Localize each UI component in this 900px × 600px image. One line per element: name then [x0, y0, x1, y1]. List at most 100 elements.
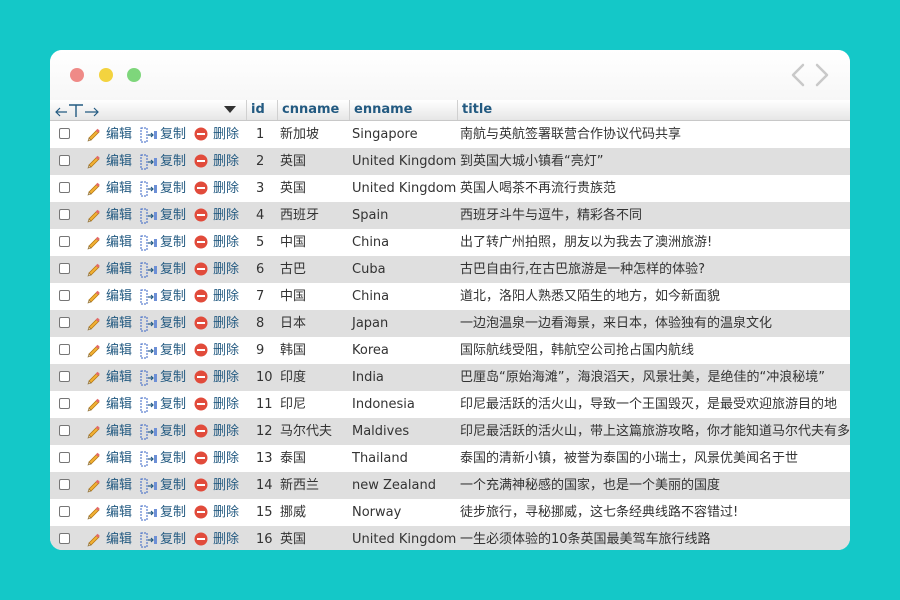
delete-row-link[interactable]: 删除 [194, 202, 246, 229]
edit-row-link[interactable]: 编辑 [86, 175, 134, 202]
delete-row-link[interactable]: 删除 [194, 445, 246, 472]
copy-row-link[interactable]: 复制 [140, 256, 190, 283]
copy-row-link[interactable]: 复制 [140, 418, 190, 445]
row-checkbox[interactable] [59, 533, 70, 544]
edit-label: 编辑 [106, 397, 133, 412]
copy-row-link[interactable]: 复制 [140, 472, 190, 499]
row-checkbox[interactable] [59, 371, 70, 382]
edit-row-link[interactable]: 编辑 [86, 445, 134, 472]
row-checkbox[interactable] [59, 452, 70, 463]
column-dropdown-icon[interactable] [224, 106, 236, 113]
edit-row-link[interactable]: 编辑 [86, 202, 134, 229]
copy-row-link[interactable]: 复制 [140, 229, 190, 256]
copy-label: 复制 [160, 181, 187, 196]
edit-row-link[interactable]: 编辑 [86, 148, 134, 175]
minimize-window-button[interactable] [99, 68, 113, 82]
edit-row-link[interactable]: 编辑 [86, 418, 134, 445]
close-window-button[interactable] [70, 68, 84, 82]
delete-row-link[interactable]: 删除 [194, 418, 246, 445]
column-resize-icon[interactable] [54, 103, 102, 118]
edit-row-link[interactable]: 编辑 [86, 337, 134, 364]
delete-row-link[interactable]: 删除 [194, 391, 246, 418]
copy-label: 复制 [160, 262, 187, 277]
copy-row-link[interactable]: 复制 [140, 121, 190, 148]
cell-enname: China [352, 235, 390, 250]
delete-label: 删除 [213, 316, 240, 331]
edit-label: 编辑 [106, 451, 133, 466]
edit-row-link[interactable]: 编辑 [86, 310, 134, 337]
row-checkbox[interactable] [59, 317, 70, 328]
delete-row-link[interactable]: 删除 [194, 337, 246, 364]
row-checkbox[interactable] [59, 263, 70, 274]
row-checkbox[interactable] [59, 344, 70, 355]
edit-row-link[interactable]: 编辑 [86, 526, 134, 550]
cell-id: 16 [256, 532, 273, 547]
row-checkbox[interactable] [59, 236, 70, 247]
row-checkbox[interactable] [59, 398, 70, 409]
cell-id: 15 [256, 505, 273, 520]
copy-row-link[interactable]: 复制 [140, 310, 190, 337]
row-checkbox[interactable] [59, 209, 70, 220]
cell-enname: new Zealand [352, 478, 436, 493]
edit-row-link[interactable]: 编辑 [86, 472, 134, 499]
delete-row-link[interactable]: 删除 [194, 310, 246, 337]
cell-cnname: 英国 [280, 181, 307, 196]
cell-cnname: 印度 [280, 370, 307, 385]
copy-label: 复制 [160, 532, 187, 547]
edit-row-link[interactable]: 编辑 [86, 364, 134, 391]
copy-row-link[interactable]: 复制 [140, 202, 190, 229]
edit-row-link[interactable]: 编辑 [86, 229, 134, 256]
table-row: 编辑 复制 删除 10 印度 India 巴厘岛“原始海滩”，海浪滔天，风景壮美，是绝佳的“… [50, 364, 850, 391]
delete-row-link[interactable]: 删除 [194, 472, 246, 499]
copy-row-link[interactable]: 复制 [140, 526, 190, 550]
row-checkbox[interactable] [59, 479, 70, 490]
column-header-enname[interactable]: enname [349, 100, 457, 120]
copy-row-link[interactable]: 复制 [140, 337, 190, 364]
edit-row-link[interactable]: 编辑 [86, 391, 134, 418]
delete-label: 删除 [213, 532, 240, 547]
column-header-title[interactable]: title [457, 100, 850, 120]
copy-row-link[interactable]: 复制 [140, 364, 190, 391]
delete-label: 删除 [213, 181, 240, 196]
delete-row-link[interactable]: 删除 [194, 121, 246, 148]
copy-row-link[interactable]: 复制 [140, 148, 190, 175]
delete-row-link[interactable]: 删除 [194, 364, 246, 391]
delete-row-link[interactable]: 删除 [194, 256, 246, 283]
maximize-window-button[interactable] [127, 68, 141, 82]
cell-cnname: 韩国 [280, 343, 307, 358]
delete-row-link[interactable]: 删除 [194, 148, 246, 175]
cell-id: 7 [256, 289, 265, 304]
delete-row-link[interactable]: 删除 [194, 499, 246, 526]
row-checkbox[interactable] [59, 155, 70, 166]
copy-label: 复制 [160, 289, 187, 304]
delete-row-link[interactable]: 删除 [194, 526, 246, 550]
cell-enname: Spain [352, 208, 389, 223]
delete-label: 删除 [213, 235, 240, 250]
copy-row-link[interactable]: 复制 [140, 499, 190, 526]
delete-row-link[interactable]: 删除 [194, 229, 246, 256]
delete-row-link[interactable]: 删除 [194, 175, 246, 202]
row-checkbox[interactable] [59, 425, 70, 436]
copy-row-link[interactable]: 复制 [140, 445, 190, 472]
table-row: 编辑 复制 删除 14 新西兰 new Zealand 一个充满神秘感的国家，也是一个美丽的… [50, 472, 850, 499]
row-checkbox[interactable] [59, 182, 70, 193]
edit-row-link[interactable]: 编辑 [86, 121, 134, 148]
copy-row-link[interactable]: 复制 [140, 283, 190, 310]
edit-label: 编辑 [106, 235, 133, 250]
edit-label: 编辑 [106, 316, 133, 331]
copy-label: 复制 [160, 397, 187, 412]
edit-row-link[interactable]: 编辑 [86, 256, 134, 283]
column-header-cnname[interactable]: cnname [277, 100, 349, 120]
edit-row-link[interactable]: 编辑 [86, 283, 134, 310]
copy-label: 复制 [160, 370, 187, 385]
copy-row-link[interactable]: 复制 [140, 391, 190, 418]
delete-row-link[interactable]: 删除 [194, 283, 246, 310]
edit-row-link[interactable]: 编辑 [86, 499, 134, 526]
column-header-id[interactable]: id [246, 100, 276, 120]
row-checkbox[interactable] [59, 506, 70, 517]
row-checkbox[interactable] [59, 290, 70, 301]
copy-row-link[interactable]: 复制 [140, 175, 190, 202]
edit-label: 编辑 [106, 478, 133, 493]
row-checkbox[interactable] [59, 128, 70, 139]
cell-id: 3 [256, 181, 265, 196]
